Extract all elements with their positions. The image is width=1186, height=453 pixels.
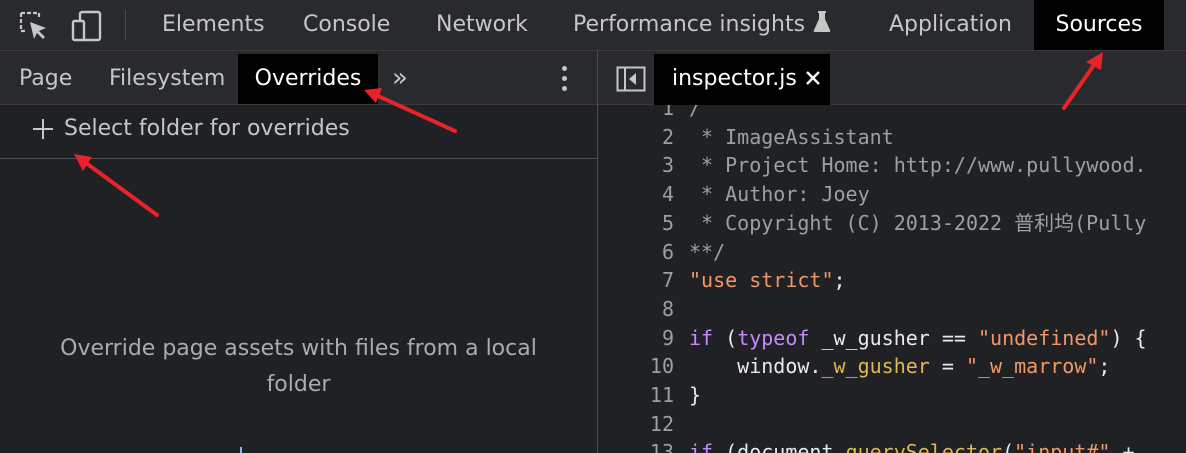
code-token: * Author: Joey — [689, 182, 870, 207]
tab-performance-insights-label: Performance insights — [573, 12, 806, 37]
code-token: ) { — [1110, 325, 1147, 350]
line-number[interactable]: 7 — [598, 266, 674, 295]
code-token: ; — [833, 268, 846, 293]
code-token: "use strict" — [689, 268, 834, 293]
line-number[interactable]: 1 — [598, 105, 674, 123]
code-token: typeof — [737, 325, 810, 350]
code-line[interactable]: * Project Home: http://www.pullywood. — [689, 151, 1147, 180]
tab-performance-insights[interactable]: Performance insights — [573, 0, 831, 50]
overrides-empty-message: Override page assets with files from a l… — [0, 331, 597, 403]
line-number[interactable]: 12 — [598, 410, 674, 439]
more-options-icon[interactable] — [556, 66, 572, 94]
line-number[interactable]: 2 — [598, 123, 674, 152]
plus-icon — [33, 119, 53, 139]
code-token: * Copyright (C) 2013-2022 普利坞(Pully — [689, 210, 1147, 235]
line-number[interactable]: 8 — [598, 295, 674, 324]
inspect-element-icon[interactable] — [18, 10, 50, 42]
line-number[interactable]: 3 — [598, 151, 674, 180]
code-token: + — [1110, 440, 1135, 453]
code-line[interactable]: / — [689, 105, 701, 123]
code-token: / — [689, 105, 702, 120]
sources-navigator: Page Filesystem Overrides » Select folde… — [0, 51, 597, 453]
line-number[interactable]: 10 — [598, 352, 674, 381]
code-token: = — [929, 354, 966, 379]
device-toolbar-icon[interactable] — [70, 10, 102, 42]
code-token: window. — [689, 354, 822, 379]
code-token: "_w_marrow" — [965, 354, 1099, 379]
code-token: ( — [713, 325, 738, 350]
code-token: if — [689, 325, 714, 350]
file-tab-name: inspector.js — [672, 66, 797, 91]
code-line[interactable]: "use strict"; — [689, 266, 846, 295]
code-token: "input#" — [1014, 440, 1111, 453]
code-line[interactable]: **/ — [689, 238, 725, 267]
line-number[interactable]: 4 — [598, 180, 674, 209]
tab-overrides[interactable]: Overrides — [238, 54, 378, 104]
editor-tabbar: inspector.js — [598, 51, 1186, 105]
code-token: (document. — [713, 440, 846, 453]
code-line[interactable]: if (typeof _w_gusher == "undefined") { — [689, 324, 1147, 353]
code-token: * ImageAssistant — [689, 124, 894, 149]
code-lines[interactable]: / * ImageAssistant * Project Home: http:… — [689, 105, 1186, 453]
code-token: ; — [1098, 354, 1111, 379]
code-token: if — [689, 440, 714, 453]
tab-sources[interactable]: Sources — [1034, 0, 1164, 50]
line-number[interactable]: 6 — [598, 238, 674, 267]
code-line[interactable]: * Copyright (C) 2013-2022 普利坞(Pully — [689, 209, 1146, 238]
code-token: _w_gusher — [821, 354, 930, 379]
toolbar-separator — [125, 10, 126, 40]
tab-filesystem[interactable]: Filesystem — [109, 54, 225, 104]
tab-elements[interactable]: Elements — [162, 0, 265, 50]
code-line[interactable]: window._w_gusher = "_w_marrow"; — [689, 352, 1110, 381]
code-token: } — [689, 383, 702, 407]
code-token: * Project Home: http://www.pullywood. — [689, 153, 1147, 178]
code-token: ( — [1002, 440, 1015, 453]
code-token: _w_gusher == — [809, 325, 979, 350]
tab-page[interactable]: Page — [19, 54, 72, 104]
line-number[interactable]: 9 — [598, 324, 674, 353]
line-number[interactable]: 11 — [598, 381, 674, 410]
empty-message-line-1: Override page assets with files from a l… — [60, 336, 537, 361]
code-line[interactable]: * Author: Joey — [689, 180, 870, 209]
focus-marker — [240, 447, 242, 453]
file-tab-inspector-js[interactable]: inspector.js — [654, 54, 830, 105]
more-tabs-button[interactable]: » — [392, 54, 408, 104]
flask-icon — [813, 2, 831, 52]
select-folder-button[interactable]: Select folder for overrides — [0, 105, 597, 159]
code-line[interactable]: } — [689, 381, 701, 410]
tab-network[interactable]: Network — [436, 0, 528, 50]
line-number[interactable]: 13 — [598, 438, 674, 453]
toggle-navigator-icon[interactable] — [616, 66, 646, 92]
tab-console[interactable]: Console — [303, 0, 390, 50]
code-line[interactable]: * ImageAssistant — [689, 123, 894, 152]
code-token: **/ — [689, 239, 726, 264]
line-number[interactable]: 5 — [598, 209, 674, 238]
source-editor: inspector.js 1 2 3 4 5 6 7 8 9 10 11 12 13 / * Image… — [598, 51, 1186, 453]
tab-application[interactable]: Application — [889, 0, 1012, 50]
devtools-window: Elements Console Network Performance ins… — [0, 0, 1186, 453]
navigator-tabbar: Page Filesystem Overrides » — [0, 51, 597, 105]
line-number-gutter[interactable]: 1 2 3 4 5 6 7 8 9 10 11 12 13 — [598, 105, 674, 453]
main-toolbar: Elements Console Network Performance ins… — [0, 0, 1186, 51]
code-token: querySelector — [845, 440, 1003, 453]
code-line[interactable]: if (document.querySelector("input#" + — [689, 438, 1135, 453]
code-area[interactable]: 1 2 3 4 5 6 7 8 9 10 11 12 13 / * ImageAssistant * P… — [598, 105, 1186, 453]
code-token: "undefined" — [978, 325, 1111, 350]
empty-message-line-2: folder — [266, 372, 331, 397]
select-folder-label: Select folder for overrides — [64, 116, 350, 141]
close-icon[interactable] — [804, 66, 822, 90]
